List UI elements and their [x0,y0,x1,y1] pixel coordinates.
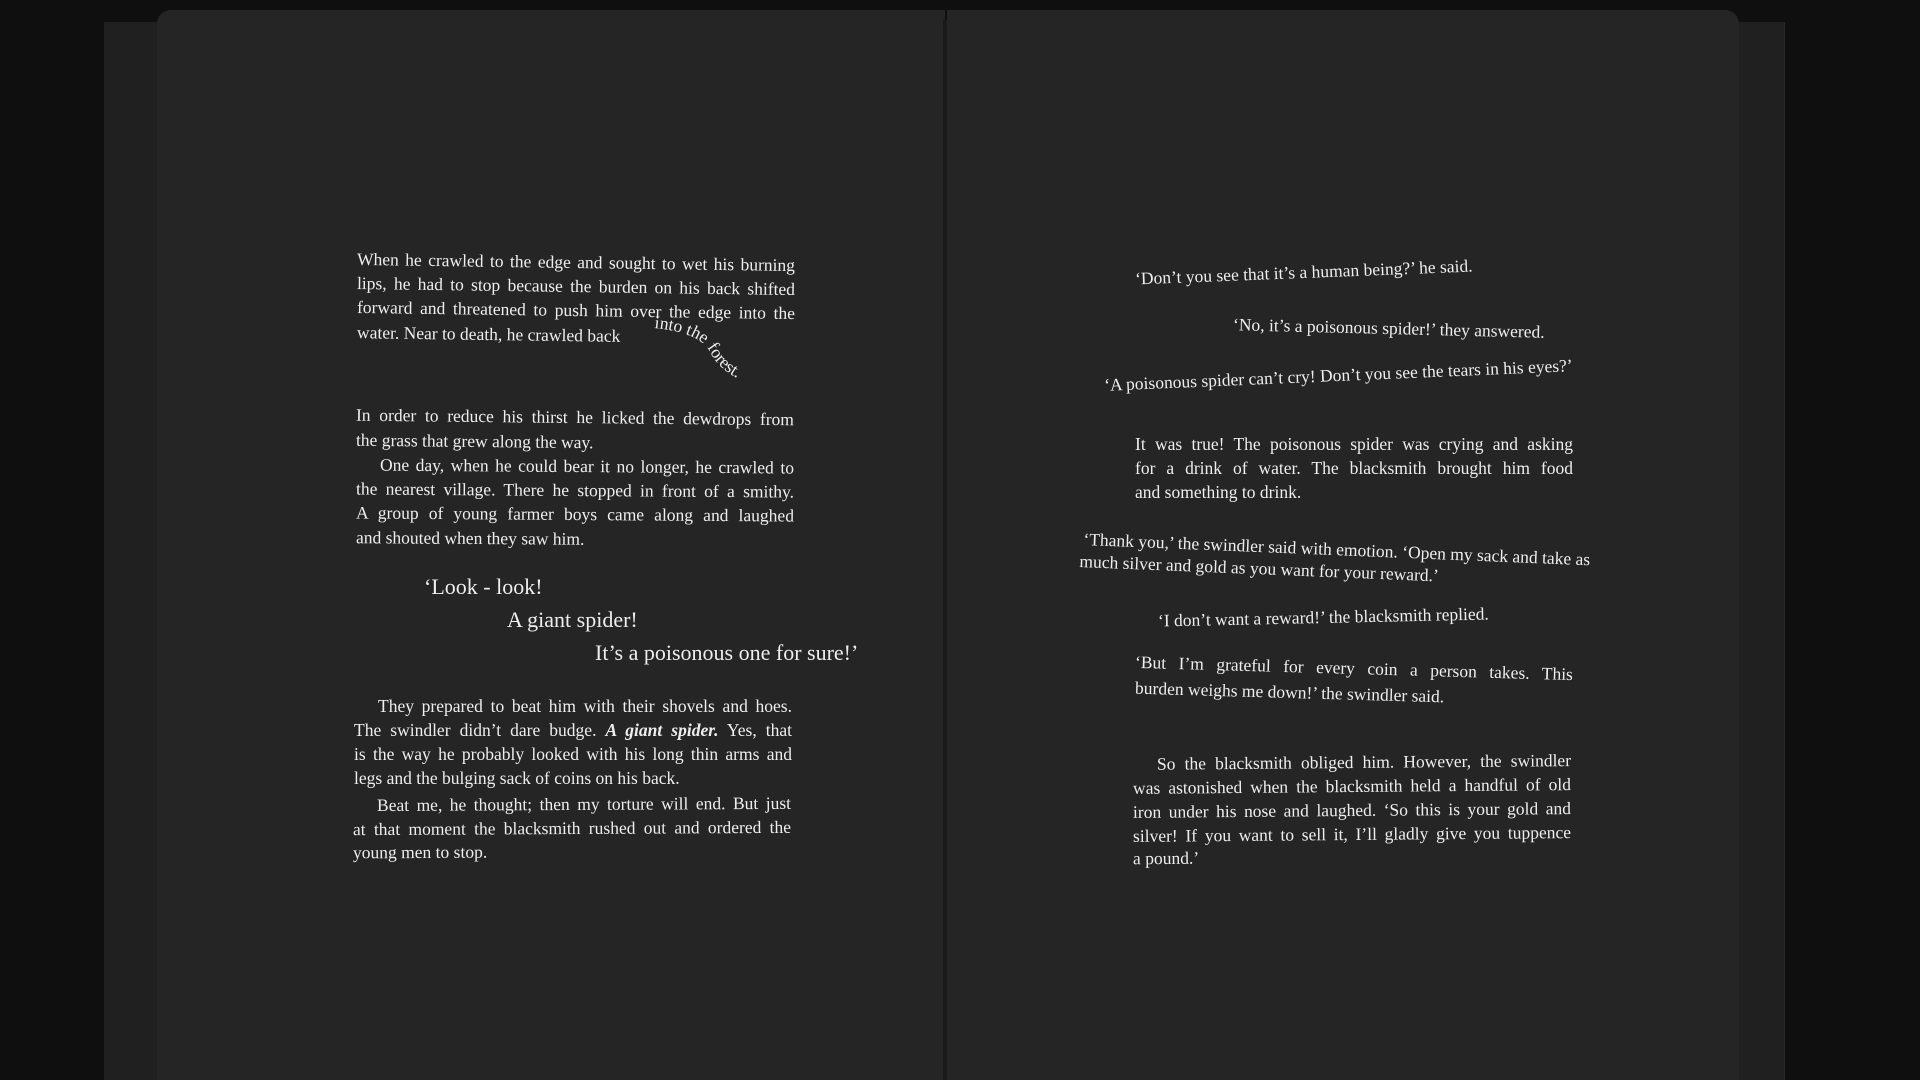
shout-line-1: ‘Look - look! [424,574,543,599]
left-para3-line: A group of young farmer boys came along … [355,502,795,526]
left-para3-line: One day, when he could bear it no longer… [379,454,795,478]
book-left-edge [104,22,159,1080]
quote-spider-cant-cry: ‘A poisonous spider can’t cry! Don’t you… [1103,355,1574,395]
right-para2-line: silver! If you want to sell it, I’ll gla… [1132,822,1572,846]
italic-a-giant-spider: A giant spider. [605,720,719,740]
left-para4-line: legs and the bulging sack of coins on hi… [354,768,680,788]
right-para2-line: a pound.’ [1132,847,1200,869]
right-page: ‘Don’t you see that it’s a human being?’… [947,10,1739,1080]
shout-line-2: A giant spider! [507,607,638,632]
left-para5-line: Beat me, he thought; then my torture wil… [376,792,792,816]
shout-line-3: It’s a poisonous one for sure!’ [595,640,859,665]
left-para2-line: In order to reduce his thirst he licked … [355,404,795,430]
right-para1-line: It was true! The poisonous spider was cr… [1135,434,1573,454]
left-para5-line: young men to stop. [352,841,488,863]
left-para4-line-emphasis: The swindler didn’t dare budge. A giant … [354,718,792,743]
para4-text-a: The swindler didn’t dare budge. [354,720,606,740]
curved-text: into the forest. [654,312,745,382]
quote-human-being: ‘Don’t you see that it’s a human being?’… [1134,255,1473,289]
quote-dont-want-reward: ‘I don’t want a reward!’ the blacksmith … [1157,603,1489,631]
left-para4-line: They prepared to beat him with their sho… [378,696,792,716]
left-page: When he crawled to the edge and sought t… [157,10,945,1080]
right-para1-line: and something to drink. [1135,482,1302,502]
book-right-edge [1738,22,1785,1080]
para4-text-b: Yes, that [718,720,793,740]
left-para4-line: is the way he probably looked with his l… [354,744,792,764]
left-para3-line: and shouted when they saw him. [355,527,585,549]
left-para5-line: at that moment the blacksmith rushed out… [352,816,792,840]
left-para3-line: the nearest village. There he stopped in… [355,478,795,502]
right-para1-line: for a drink of water. The blacksmith bro… [1135,458,1573,478]
book-spine [943,20,947,1080]
curved-text-path: into the forest. [654,312,745,382]
quote-poisonous-spider: ‘No, it’s a poisonous spider!’ they answ… [1232,314,1545,342]
left-para2-line: the grass that grew along the way. [355,429,594,453]
